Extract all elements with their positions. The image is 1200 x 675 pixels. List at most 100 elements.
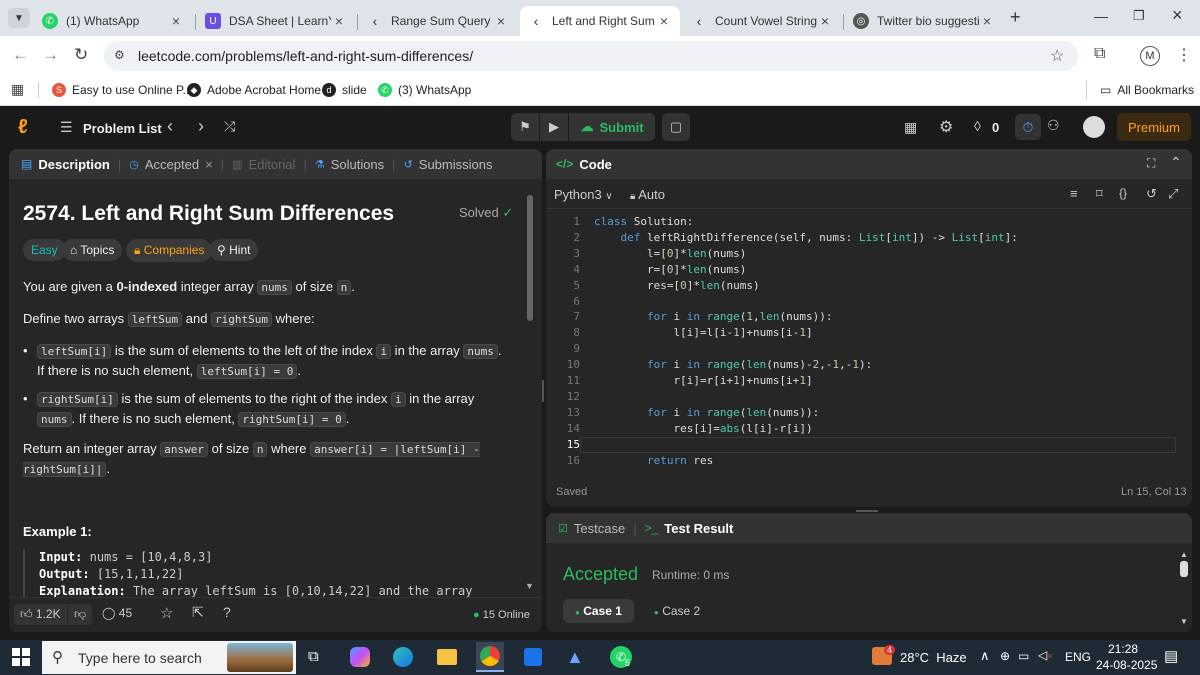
bookmark-item[interactable]: d slide (322, 83, 367, 97)
network-icon[interactable]: ⊕ (1000, 649, 1010, 663)
tab-description[interactable]: Description (38, 157, 110, 172)
premium-button[interactable]: Premium (1117, 113, 1191, 141)
close-icon[interactable]: × (493, 13, 509, 29)
close-icon[interactable]: × (331, 13, 347, 29)
code-line[interactable]: class Solution: (594, 214, 1174, 230)
code-line[interactable]: l[i]=l[i-1]+nums[i-1] (594, 325, 1174, 341)
language-indicator[interactable]: ENG (1065, 650, 1091, 664)
desc-scrollbar[interactable] (527, 195, 533, 321)
result-scrollbar[interactable] (1180, 561, 1188, 577)
chrome-icon[interactable] (476, 642, 504, 672)
close-icon[interactable]: × (979, 13, 995, 29)
layout-icon[interactable]: ▦ (904, 119, 917, 136)
code-editor[interactable]: class Solution: def leftRightDifference(… (594, 214, 1174, 469)
case-2-tab[interactable]: ● Case 2 (646, 599, 708, 623)
problem-title[interactable]: 2574. Left and Right Sum Differences (23, 202, 394, 226)
tab-search-button[interactable]: ▼ (8, 8, 30, 28)
share-icon[interactable]: ⇱ (192, 604, 204, 621)
debug-button[interactable]: ⚑ (511, 113, 539, 141)
code-line[interactable]: r[i]=r[i+1]+nums[i+1] (594, 373, 1174, 389)
tab-whatsapp[interactable]: ✆ (1) WhatsApp × (34, 6, 192, 36)
difficulty-badge[interactable]: Easy (23, 239, 66, 261)
star-icon[interactable]: ☆ (160, 604, 173, 622)
vertical-resizer[interactable] (542, 380, 544, 402)
taskbar-search[interactable]: ⚲ Type here to search (42, 641, 296, 674)
new-tab-button[interactable]: + (1010, 7, 1021, 28)
restore-button[interactable]: ❐ (1133, 8, 1145, 24)
all-bookmarks[interactable]: ▭ All Bookmarks (1100, 83, 1194, 97)
settings-gear-icon[interactable]: ⚙ (939, 117, 953, 137)
bookmark-item[interactable]: ✆ (3) WhatsApp (378, 83, 471, 97)
problem-list-link[interactable]: Problem List (83, 121, 162, 136)
dislike-button[interactable]: 👎︎ (68, 604, 93, 625)
close-icon[interactable]: × (168, 13, 184, 29)
weather-text[interactable]: 28°C Haze (900, 650, 967, 665)
maximize-icon[interactable]: ⛶ (1147, 156, 1155, 171)
scroll-down-icon[interactable]: ▼ (1180, 617, 1188, 626)
clock-date[interactable]: 24-08-2025 (1096, 658, 1157, 672)
close-icon[interactable]: × (656, 13, 672, 29)
tab-testcase[interactable]: Testcase (574, 521, 625, 536)
panel-resizer[interactable] (856, 510, 878, 512)
user-avatar[interactable] (1083, 116, 1105, 138)
store-icon[interactable] (524, 648, 542, 666)
code-line[interactable]: for i in range(len(nums)-2,-1,-1): (594, 357, 1174, 373)
leetcode-logo-icon[interactable]: ℓ (18, 116, 28, 139)
tray-chevron-icon[interactable]: ∧ (980, 648, 990, 664)
code-line[interactable]: r=[0]*len(nums) (594, 262, 1174, 278)
tab-solutions[interactable]: Solutions (331, 157, 384, 172)
add-user-icon[interactable]: ⚇ (1047, 117, 1060, 134)
format-icon[interactable]: ≡ (1070, 186, 1078, 201)
minimize-button[interactable]: — (1094, 8, 1108, 24)
code-line[interactable] (594, 341, 1174, 357)
prev-problem-icon[interactable]: ‹ (167, 116, 173, 137)
site-info-icon[interactable]: ⚙ (114, 48, 125, 62)
autocomplete-toggle[interactable]: 🔒︎ Auto (630, 187, 665, 202)
notification-icon[interactable]: ▤ (1164, 647, 1178, 665)
tab-test-result[interactable]: Test Result (664, 521, 733, 536)
case-1-tab[interactable]: ● Case 1 (563, 599, 634, 623)
back-icon[interactable]: ← (12, 45, 29, 65)
clock-time[interactable]: 21:28 (1108, 642, 1138, 656)
submit-button[interactable]: ☁ Submit (569, 113, 655, 141)
code-line[interactable] (594, 389, 1174, 405)
shuffle-icon[interactable]: ⤮ (224, 118, 235, 135)
code-line[interactable]: res[i]=abs(l[i]-r[i]) (594, 421, 1174, 437)
hint-chip[interactable]: ⚲ Hint (209, 239, 259, 261)
battery-icon[interactable]: ▭ (1018, 649, 1029, 663)
list-icon[interactable]: ☰ (60, 119, 73, 136)
bookmark-item[interactable]: S Easy to use Online P... (52, 83, 193, 97)
volume-icon[interactable]: ◁× (1038, 648, 1053, 662)
apps-icon[interactable]: ▦ (11, 81, 24, 98)
close-icon[interactable]: × (817, 13, 833, 29)
tab-left-right-sum[interactable]: ‹ Left and Right Sum D × (520, 6, 680, 36)
code-line[interactable] (594, 294, 1174, 310)
close-window-button[interactable]: × (1172, 5, 1183, 26)
tab-twitter-bio[interactable]: ◎ Twitter bio suggestion × (845, 6, 1003, 36)
collapse-icon[interactable]: ⌃ (1170, 154, 1182, 171)
comments-button[interactable]: ◯ 45 (102, 606, 132, 620)
file-explorer-icon[interactable] (437, 649, 457, 665)
companies-chip[interactable]: 🔒︎ Companies (126, 239, 213, 262)
avatar[interactable]: M (1140, 46, 1160, 66)
tab-dsa-sheet[interactable]: U DSA Sheet | LearnYard × (197, 6, 355, 36)
copilot-icon[interactable] (350, 647, 370, 667)
edge-icon[interactable] (393, 647, 413, 667)
menu-icon[interactable]: ⋮ (1176, 45, 1192, 65)
bookmark-icon[interactable]: ⌑ (1096, 186, 1103, 202)
scroll-up-icon[interactable]: ▲ (1180, 550, 1188, 559)
reset-icon[interactable]: ↺ (1146, 186, 1157, 202)
tab-submissions[interactable]: Submissions (419, 157, 493, 172)
reload-icon[interactable]: ↻ (74, 45, 88, 65)
bookmark-item[interactable]: ◆ Adobe Acrobat Home (187, 83, 321, 97)
next-problem-icon[interactable]: › (198, 116, 204, 137)
scroll-down-icon[interactable]: ▼ (525, 581, 534, 591)
code-line[interactable]: for i in range(1,len(nums)): (594, 309, 1174, 325)
address-bar[interactable]: ⚙ leetcode.com/problems/left-and-right-s… (104, 41, 1078, 71)
notes-button[interactable]: ▢ (662, 113, 690, 141)
extensions-icon[interactable]: ⧉ (1094, 45, 1105, 63)
tab-range-sum[interactable]: ‹ Range Sum Query - Im × (359, 6, 517, 36)
like-button[interactable]: 👍︎ 1.2K (14, 604, 67, 625)
streak-fire-icon[interactable]: ◊ (974, 118, 981, 134)
braces-icon[interactable]: {} (1119, 186, 1127, 200)
